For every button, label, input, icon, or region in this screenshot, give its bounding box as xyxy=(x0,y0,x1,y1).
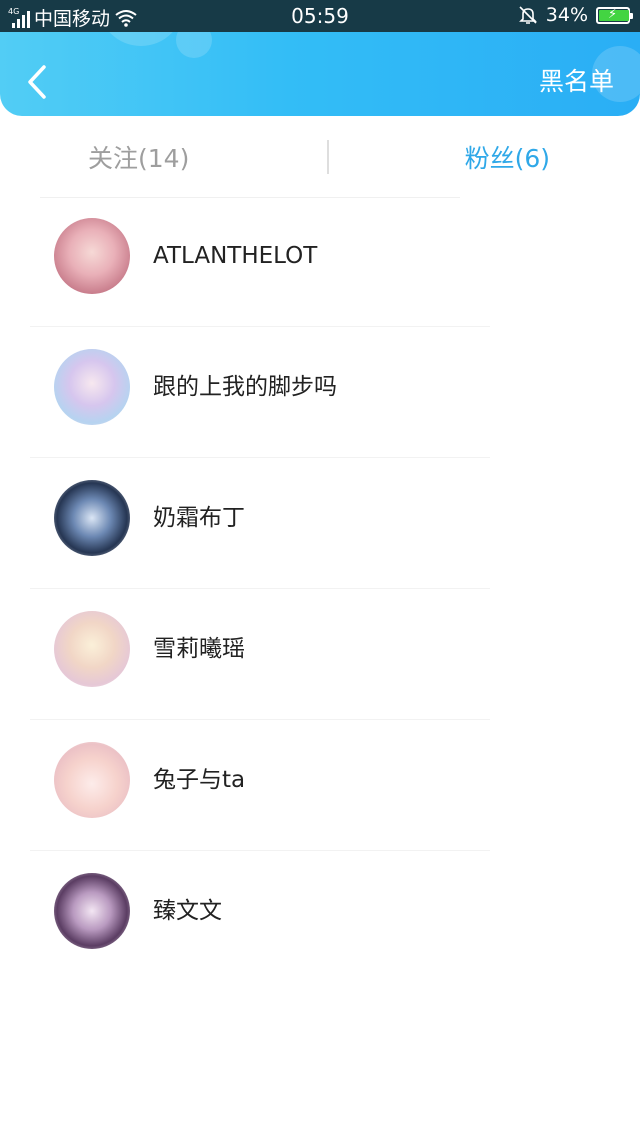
list-item[interactable]: 雪莉曦瑶 xyxy=(0,589,640,720)
avatar[interactable] xyxy=(54,873,130,949)
battery-percent: 34% xyxy=(545,4,588,26)
user-name: 奶霜布丁 xyxy=(153,505,245,531)
user-name: ATLANTHELOT xyxy=(153,243,318,269)
back-button[interactable] xyxy=(14,60,58,104)
list-item[interactable]: 兔子与ta xyxy=(0,720,640,851)
avatar[interactable] xyxy=(54,742,130,818)
battery-charging-icon: ⚡ xyxy=(596,6,633,24)
header-bar: 4G 中国移动 05:59 34% ⚡ 黑名单 xyxy=(0,0,640,116)
user-name: 雪莉曦瑶 xyxy=(153,636,245,662)
chevron-left-icon xyxy=(28,65,46,99)
avatar[interactable] xyxy=(54,611,130,687)
list-item[interactable]: 跟的上我的脚步吗 xyxy=(0,327,640,458)
tab-fans[interactable]: 粉丝(6) xyxy=(465,136,550,182)
list-item[interactable]: ATLANTHELOT xyxy=(0,196,640,327)
avatar[interactable] xyxy=(54,218,130,294)
tab-following[interactable]: 关注(14) xyxy=(88,136,189,182)
list-item[interactable]: 臻文文 xyxy=(0,851,640,982)
tab-divider xyxy=(327,140,329,174)
fans-list: ATLANTHELOT 跟的上我的脚步吗 奶霜布丁 雪莉曦瑶 兔子与ta 臻文文 xyxy=(0,196,640,982)
mute-bell-icon xyxy=(518,5,538,25)
tab-bar: 关注(14) 粉丝(6) xyxy=(0,116,640,200)
list-item[interactable]: 奶霜布丁 xyxy=(0,458,640,589)
user-name: 臻文文 xyxy=(153,898,222,924)
blacklist-button[interactable]: 黑名单 xyxy=(539,64,614,100)
user-name: 跟的上我的脚步吗 xyxy=(153,374,337,400)
avatar[interactable] xyxy=(54,349,130,425)
status-bar: 4G 中国移动 05:59 34% ⚡ xyxy=(0,0,640,32)
user-name: 兔子与ta xyxy=(153,767,246,793)
avatar[interactable] xyxy=(54,480,130,556)
